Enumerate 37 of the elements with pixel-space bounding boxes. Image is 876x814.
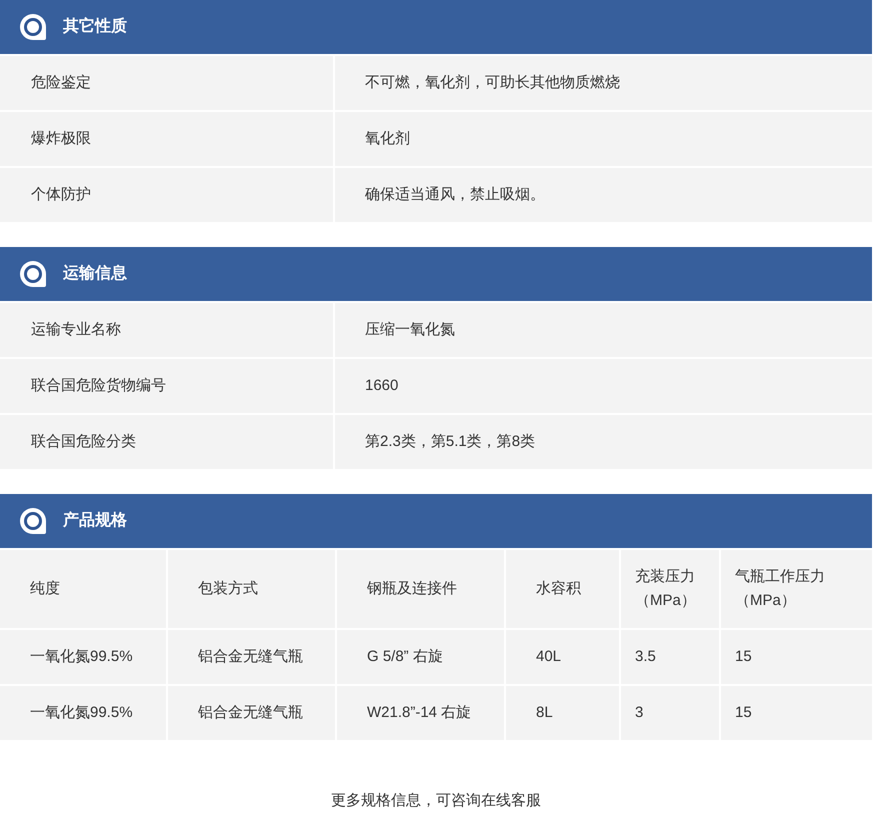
table-cell: 15 [721, 630, 872, 684]
table-cell: 3 [621, 686, 719, 740]
table-cell: 一氧化氮99.5% [0, 686, 166, 740]
table-cell: 个体防护 [0, 168, 333, 222]
table-cell: W21.8”-14 右旋 [337, 686, 504, 740]
table-cell: 压缩一氧化氮 [335, 303, 872, 357]
section-title: 产品规格 [63, 510, 127, 531]
section-title: 其它性质 [63, 16, 127, 37]
table-cell: 爆炸极限 [0, 112, 333, 166]
section-title: 运输信息 [63, 264, 127, 284]
column-header: 气瓶工作压力（MPa） [721, 550, 872, 628]
column-header: 水容积 [506, 550, 619, 628]
logo-icon [20, 261, 46, 287]
table-cell: 第2.3类，第5.1类，第8类 [335, 415, 872, 469]
column-header: 充装压力（MPa） [621, 550, 719, 628]
column-header: 钢瓶及连接件 [337, 550, 504, 628]
table-cell: 铝合金无缝气瓶 [168, 630, 335, 684]
logo-icon [20, 508, 46, 534]
table-cell: 40L [506, 630, 619, 684]
table-cell: 8L [506, 686, 619, 740]
table-cell: 1660 [335, 359, 872, 413]
table-cell: 联合国危险分类 [0, 415, 333, 469]
table-cell: 铝合金无缝气瓶 [168, 686, 335, 740]
table-cell: 一氧化氮99.5% [0, 630, 166, 684]
table-cell: 危险鉴定 [0, 56, 333, 110]
column-header: 包装方式 [168, 550, 335, 628]
table-cell: 15 [721, 686, 872, 740]
logo-icon [20, 14, 46, 40]
table-cell: 3.5 [621, 630, 719, 684]
table-cell: 不可燃，氧化剂，可助长其他物质燃烧 [335, 56, 872, 110]
column-header: 纯度 [0, 550, 166, 628]
table-cell: 联合国危险货物编号 [0, 359, 333, 413]
table-cell: 确保适当通风，禁止吸烟。 [335, 168, 872, 222]
table-cell: 氧化剂 [335, 112, 872, 166]
table-cell: G 5/8” 右旋 [337, 630, 504, 684]
footer-note: 更多规格信息，可咨询在线客服 [331, 792, 541, 809]
table-cell: 运输专业名称 [0, 303, 333, 357]
